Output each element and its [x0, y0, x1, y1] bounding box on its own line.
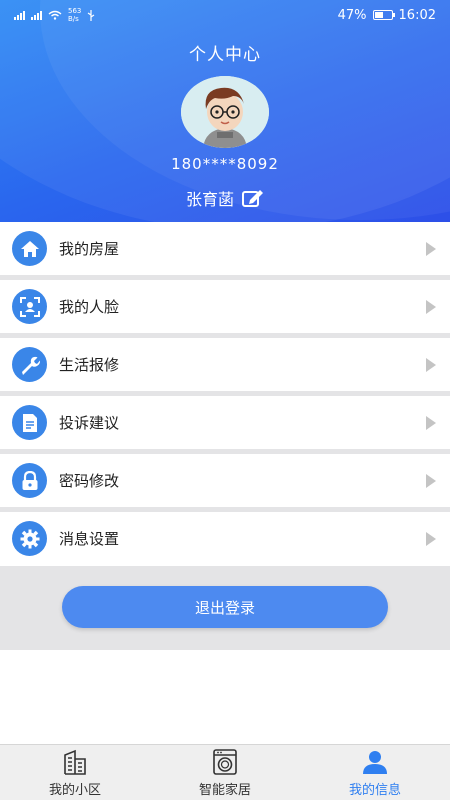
tab-my-info[interactable]: 我的信息 [300, 745, 450, 800]
lock-icon [12, 463, 47, 498]
menu-item-label: 我的人脸 [59, 298, 120, 316]
tab-label: 我的小区 [48, 783, 101, 798]
avatar-illustration-icon [181, 76, 269, 148]
status-right: 47% 16:02 [338, 8, 436, 23]
chevron-right-icon [426, 357, 436, 372]
battery-icon [372, 10, 395, 20]
home-icon [12, 231, 47, 266]
menu-item-repair[interactable]: 生活报修 [0, 338, 450, 391]
menu-item-label: 消息设置 [59, 530, 120, 548]
signal-icon [31, 10, 42, 20]
phone-number: 180****8092 [171, 155, 279, 173]
menu-item-complaint[interactable]: 投诉建议 [0, 396, 450, 449]
building-icon [64, 749, 86, 775]
tab-smart-home[interactable]: 智能家居 [150, 745, 300, 800]
menu-item-label: 生活报修 [59, 356, 120, 374]
document-icon [12, 405, 47, 440]
gear-icon [12, 521, 47, 556]
chevron-right-icon [426, 473, 436, 488]
tab-label: 我的信息 [348, 783, 401, 798]
menu-item-message-settings[interactable]: 消息设置 [0, 512, 450, 565]
clock: 16:02 [398, 7, 436, 23]
usb-icon [88, 9, 95, 21]
person-icon [363, 751, 387, 774]
menu-item-change-password[interactable]: 密码修改 [0, 454, 450, 507]
net-speed: 563 B/s [68, 7, 82, 23]
logout-area: 退出登录 [0, 566, 450, 650]
username: 张育菡 [185, 190, 234, 209]
battery-percent: 47% [337, 7, 367, 23]
avatar[interactable] [181, 76, 269, 148]
edit-icon[interactable] [242, 189, 264, 207]
wrench-icon [12, 347, 47, 382]
menu-item-my-face[interactable]: 我的人脸 [0, 280, 450, 333]
chevron-right-icon [426, 531, 436, 546]
face-icon [12, 289, 47, 324]
settings-menu: 我的房屋 我的人脸 生活报修 投诉建议 密码修改 消息设置 [0, 222, 450, 565]
chevron-right-icon [426, 415, 436, 430]
menu-item-my-house[interactable]: 我的房屋 [0, 222, 450, 275]
status-left: 563 B/s [14, 7, 95, 23]
bottom-nav: 我的小区 智能家居 我的信息 [0, 744, 450, 800]
wifi-icon [48, 10, 62, 20]
status-bar: 563 B/s 47% 16:02 [0, 0, 450, 30]
page-title: 个人中心 [189, 45, 261, 65]
menu-item-label: 投诉建议 [59, 414, 120, 432]
menu-item-label: 密码修改 [59, 472, 120, 490]
chevron-right-icon [426, 299, 436, 314]
username-row: 张育菡 [0, 186, 450, 210]
tab-label: 智能家居 [198, 783, 251, 798]
logout-button[interactable]: 退出登录 [62, 586, 388, 628]
chevron-right-icon [426, 241, 436, 256]
signal-icon [14, 10, 25, 20]
washer-icon [213, 749, 237, 775]
menu-item-label: 我的房屋 [59, 240, 120, 258]
tab-my-community[interactable]: 我的小区 [0, 745, 150, 800]
